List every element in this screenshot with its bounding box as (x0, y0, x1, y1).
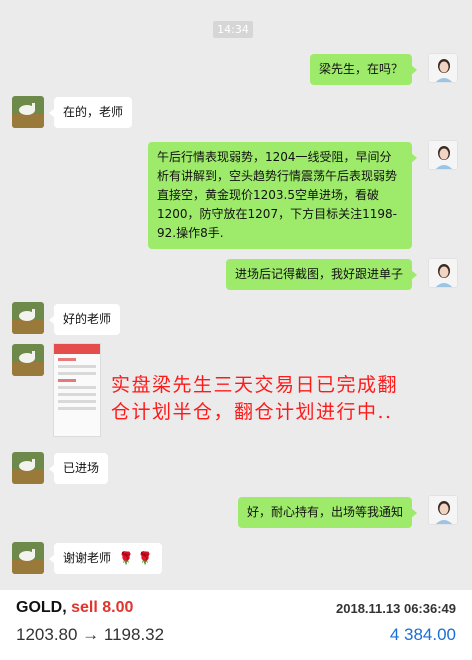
client-avatar[interactable] (12, 344, 44, 376)
trade-price-move: 1203.80 → 1198.32 (16, 625, 165, 644)
trade-action: sell 8.00 (71, 599, 134, 616)
chat-timestamp: 14:34 (213, 21, 253, 38)
trade-symbol: GOLD, (16, 599, 67, 616)
client-avatar[interactable] (12, 452, 44, 484)
message-bubble[interactable]: 梁先生，在吗？ (309, 54, 418, 85)
message-bubble[interactable]: 进场后记得截图，我好跟进单子 (225, 259, 418, 290)
client-avatar[interactable] (12, 302, 44, 334)
teacher-avatar[interactable] (428, 53, 458, 83)
client-avatar[interactable] (12, 96, 44, 128)
teacher-avatar[interactable] (428, 258, 458, 288)
trade-profit: 4 384.00 (389, 625, 456, 644)
overlay-line-1: 实盘梁先生三天交易日已完成翻 (111, 374, 399, 396)
client-avatar[interactable] (12, 542, 44, 574)
overlay-line-2: 仓计划半仓，翻仓计划进行中.. (111, 401, 393, 423)
message-bubble[interactable]: 已进场 (48, 453, 109, 484)
trade-datetime: 2018.11.13 06:36:49 (336, 601, 456, 616)
message-bubble[interactable]: 在的，老师 (48, 97, 133, 128)
message-bubble[interactable]: 好，耐心持有，出场等我通知 (237, 497, 418, 528)
message-bubble[interactable]: 午后行情表现弱势，1204一线受阻，早间分析有讲解到，空头趋势行情震荡午后表现弱… (148, 142, 417, 249)
rose-emoji-icon: 🌹 🌹 (118, 551, 153, 565)
message-text: 谢谢老师 (63, 551, 112, 565)
promo-overlay-caption: 实盘梁先生三天交易日已完成翻 仓计划半仓，翻仓计划进行中.. (111, 372, 471, 426)
teacher-avatar[interactable] (428, 495, 458, 525)
message-bubble[interactable]: 谢谢老师 🌹 🌹 (49, 543, 162, 574)
message-bubble[interactable]: 好的老师 (48, 304, 121, 335)
trade-symbol-line: GOLD, sell 8.00 (16, 599, 133, 617)
trade-ticker: GOLD, sell 8.00 2018.11.13 06:36:49 1203… (0, 590, 472, 660)
teacher-avatar[interactable] (428, 140, 458, 170)
trade-screenshot-image[interactable] (53, 343, 101, 437)
